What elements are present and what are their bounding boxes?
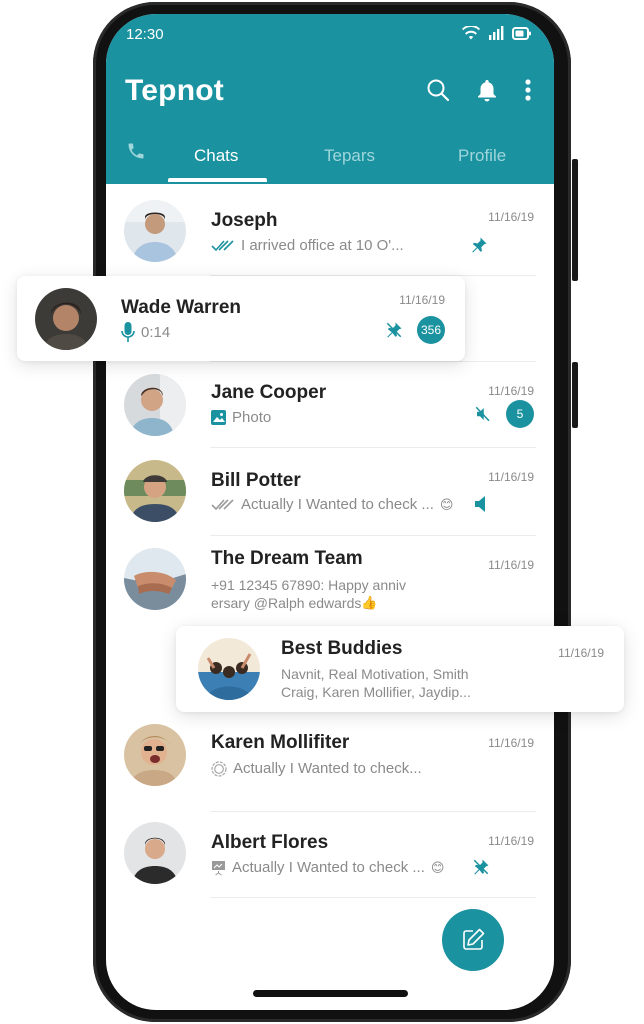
phone-icon — [128, 143, 144, 159]
chat-row-joseph[interactable]: Joseph I arrived office at 10 O'... 11/1… — [106, 184, 554, 276]
chat-card-wade-warren[interactable]: Wade Warren 0:14 11/16/19 356 — [17, 276, 465, 361]
chat-message: Actually I Wanted to check ... — [232, 859, 425, 876]
chat-meta — [474, 496, 488, 512]
chat-date: 11/16/19 — [399, 293, 445, 307]
avatar — [124, 374, 186, 436]
chat-message: Actually I Wanted to check... — [233, 760, 422, 777]
compose-icon — [463, 928, 485, 950]
unpin-icon[interactable] — [385, 321, 403, 339]
search-button[interactable] — [426, 78, 450, 102]
chat-preview-line2: ersary @Ralph edwards 👍 — [211, 595, 378, 611]
app-title: Tepnot — [125, 74, 224, 107]
status-time: 12:30 — [126, 26, 164, 43]
chat-meta — [470, 236, 488, 254]
more-options-button[interactable] — [524, 78, 532, 102]
chat-name: Albert Flores — [211, 832, 329, 853]
chat-date: 11/16/19 — [488, 834, 534, 848]
chat-message: I arrived office at 10 O'... — [241, 237, 404, 254]
chat-name: Best Buddies — [281, 638, 403, 659]
search-icon — [427, 79, 450, 102]
chat-preview: Photo — [211, 409, 271, 426]
unread-badge: 5 — [506, 400, 534, 428]
top-actions — [426, 78, 532, 102]
muted-speaker-icon[interactable] — [474, 405, 492, 423]
chat-row-jane-cooper[interactable]: Jane Cooper Photo 11/16/19 5 — [106, 362, 554, 448]
chat-preview-line1: Navnit, Real Motivation, Smith — [281, 666, 469, 682]
status-icons — [462, 26, 532, 40]
chat-row-albert-flores[interactable]: Albert Flores Actually I Wanted to check… — [106, 812, 554, 898]
more-vertical-icon — [525, 79, 531, 101]
signal-icon — [489, 26, 504, 40]
chat-date: 11/16/19 — [558, 646, 604, 660]
chat-name: Karen Mollifiter — [211, 732, 350, 753]
pin-icon[interactable] — [470, 236, 488, 254]
chat-message: 0:14 — [141, 323, 171, 341]
active-tab-indicator — [168, 178, 267, 182]
tab-tepars[interactable]: Tepars — [324, 146, 375, 166]
chat-name: Jane Cooper — [211, 382, 327, 403]
chat-row-karen-mollifiter[interactable]: Karen Mollifiter Actually I Wanted to ch… — [106, 720, 554, 812]
chat-preview: 0:14 — [121, 322, 170, 342]
notifications-button[interactable] — [476, 78, 498, 102]
emoji: 😊 — [430, 859, 445, 875]
avatar — [124, 460, 186, 522]
bell-icon — [478, 80, 496, 102]
chat-message: Photo — [232, 409, 272, 426]
row-divider — [210, 897, 536, 898]
avatar — [124, 548, 186, 610]
double-check-icon — [211, 498, 234, 510]
chat-name: Joseph — [211, 210, 278, 231]
tab-chats[interactable]: Chats — [194, 146, 238, 166]
avatar — [124, 822, 186, 884]
power-button — [572, 159, 578, 281]
presentation-icon — [212, 860, 225, 875]
emoji: 👍 — [361, 595, 378, 610]
chat-date: 11/16/19 — [488, 384, 534, 398]
chat-preview-line1: +91 12345 67890: Happy anniv — [211, 577, 406, 593]
chat-name: The Dream Team — [211, 548, 363, 569]
tab-profile[interactable]: Profile — [458, 146, 506, 166]
volume-button — [572, 362, 578, 428]
chat-preview: Actually I Wanted to check ... 😊 — [211, 859, 444, 876]
avatar — [35, 288, 97, 350]
wifi-icon — [462, 26, 480, 40]
chat-message: ersary @Ralph edwards — [211, 595, 362, 611]
chat-meta: 5 — [474, 400, 534, 428]
circle-status-icon — [211, 760, 227, 777]
chat-row-dream-team[interactable]: The Dream Team +91 12345 67890: Happy an… — [106, 536, 554, 634]
unread-badge: 356 — [416, 316, 445, 344]
emoji: 😊 — [439, 496, 454, 512]
chat-meta — [472, 858, 490, 876]
chat-date: 11/16/19 — [488, 736, 534, 750]
avatar — [124, 724, 186, 786]
chat-preview: Actually I Wanted to check... — [211, 760, 422, 777]
avatar — [124, 200, 186, 262]
chat-meta: 356 — [385, 316, 445, 344]
image-icon — [211, 410, 226, 425]
speaker-icon[interactable] — [474, 496, 488, 512]
chat-card-best-buddies[interactable]: Best Buddies Navnit, Real Motivation, Sm… — [176, 626, 624, 712]
chat-date: 11/16/19 — [488, 210, 534, 224]
microphone-icon — [121, 322, 135, 342]
chat-name: Wade Warren — [121, 297, 242, 318]
app-bar: 12:30 Tepnot Chats Tepars Profile — [106, 14, 554, 184]
chat-row-bill-potter[interactable]: Bill Potter Actually I Wanted to check .… — [106, 448, 554, 536]
compose-button[interactable] — [442, 909, 504, 971]
chat-preview: Actually I Wanted to check ... 😊 — [211, 496, 453, 513]
chat-preview-line2: Craig, Karen Mollifier, Jaydip... — [281, 684, 471, 700]
chat-message: Actually I Wanted to check ... — [241, 496, 434, 513]
chat-preview: I arrived office at 10 O'... — [211, 237, 404, 254]
unpin-icon[interactable] — [472, 858, 490, 876]
chat-date: 11/16/19 — [488, 470, 534, 484]
tab-calls[interactable] — [126, 140, 146, 167]
battery-icon — [512, 26, 531, 40]
home-indicator — [253, 990, 408, 997]
avatar — [198, 638, 260, 700]
chat-name: Bill Potter — [211, 470, 301, 491]
double-check-icon — [211, 239, 234, 251]
screen: 12:30 Tepnot Chats Tepars Profile Joseph… — [106, 14, 554, 1010]
chat-date: 11/16/19 — [488, 558, 534, 572]
tab-bar: Chats Tepars Profile — [106, 138, 554, 184]
